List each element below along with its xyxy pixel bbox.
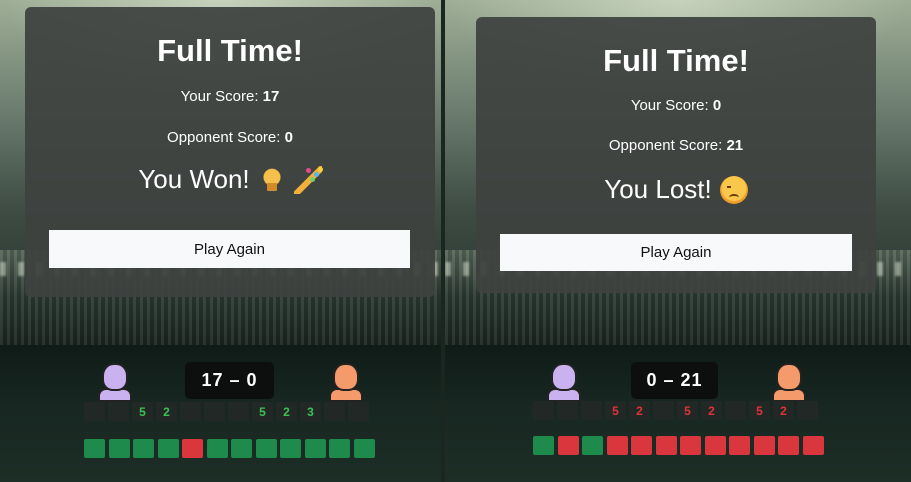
- loss-dot: [729, 436, 750, 455]
- opponent-avatar: [770, 360, 808, 402]
- loss-dot: [606, 436, 628, 455]
- win-dot: [157, 439, 179, 458]
- score-cells: 52523: [84, 402, 369, 421]
- score-cell: 5: [252, 402, 273, 421]
- win-dot: [329, 439, 350, 458]
- result-dots: [84, 439, 375, 458]
- modal-title: Full Time!: [603, 43, 749, 78]
- score-cell: 2: [156, 402, 177, 421]
- score-cell: 2: [773, 401, 794, 420]
- your-score-label: Your Score:: [630, 97, 709, 114]
- score-cell: [108, 402, 129, 421]
- result-text: You Lost!: [604, 174, 712, 204]
- score-cell: [557, 401, 578, 420]
- your-score-line: Your Score: 0: [476, 97, 876, 114]
- opponent-score-line: Opponent Score: 0: [25, 129, 435, 146]
- score-cell: [204, 402, 225, 421]
- opponent-head: [776, 363, 802, 391]
- loss-dot: [704, 436, 726, 455]
- win-dot: [280, 439, 301, 458]
- score-cell: [533, 401, 554, 420]
- loss-dot: [631, 436, 652, 455]
- score-cell: 2: [701, 401, 722, 420]
- win-dot: [231, 439, 252, 458]
- your-score-value: 17: [262, 88, 280, 105]
- win-dot: [582, 436, 603, 455]
- score-cell: 5: [605, 401, 626, 420]
- opponent-avatar: [327, 360, 365, 402]
- score-cell: [84, 402, 105, 421]
- loss-dot: [778, 436, 799, 455]
- your-score-line: Your Score: 17: [25, 88, 435, 105]
- screenshot: Full Time! Your Score: 17 Opponent Score…: [0, 0, 911, 482]
- win-dot: [206, 439, 228, 458]
- scoreboard: 17 – 0 52523: [0, 345, 441, 482]
- player-head: [102, 363, 128, 391]
- loss-panel: Full Time! Your Score: 0 Opponent Score:…: [445, 0, 911, 482]
- score-cells: 525252: [533, 401, 818, 420]
- win-dot: [255, 439, 277, 458]
- full-time-modal: Full Time! Your Score: 0 Opponent Score:…: [476, 17, 876, 293]
- opponent-score-label: Opponent Score:: [608, 137, 723, 154]
- score-cell: 5: [132, 402, 153, 421]
- result-line: You Won!: [25, 164, 435, 195]
- score-cell: 5: [677, 401, 698, 420]
- loss-dot: [680, 436, 701, 455]
- win-dot: [304, 439, 326, 458]
- score-cell: [180, 402, 201, 421]
- result-text: You Won!: [138, 164, 250, 194]
- score-cell: [348, 402, 369, 421]
- score-cell: 2: [276, 402, 297, 421]
- opponent-score-line: Opponent Score: 21: [476, 137, 876, 154]
- score-cell: 5: [749, 401, 770, 420]
- loss-dot: [182, 439, 203, 458]
- match-score: 17 – 0: [185, 362, 274, 399]
- opponent-score-value: 0: [284, 129, 293, 146]
- win-dot: [533, 436, 554, 455]
- score-cell: [581, 401, 602, 420]
- modal-title: Full Time!: [157, 33, 303, 68]
- player-avatar: [96, 360, 134, 402]
- your-score-value: 0: [712, 97, 722, 114]
- win-dot: [353, 439, 375, 458]
- trophy-icon: [257, 165, 286, 194]
- score-cell: [324, 402, 345, 421]
- win-panel: Full Time! Your Score: 17 Opponent Score…: [0, 0, 441, 482]
- play-again-button[interactable]: Play Again: [49, 230, 410, 268]
- play-again-button[interactable]: Play Again: [500, 234, 852, 271]
- score-cell: 2: [629, 401, 650, 420]
- score-cell: [797, 401, 818, 420]
- sad-face-icon: [719, 175, 748, 204]
- score-cell: 3: [300, 402, 321, 421]
- result-dots: [533, 436, 824, 455]
- score-cell: [725, 401, 746, 420]
- loss-dot: [557, 436, 579, 455]
- player-avatar: [545, 360, 583, 402]
- win-dot: [133, 439, 154, 458]
- opponent-score-label: Opponent Score:: [167, 129, 281, 146]
- full-time-modal: Full Time! Your Score: 17 Opponent Score…: [25, 7, 435, 297]
- opponent-score-value: 21: [726, 137, 744, 154]
- party-popper-icon: [293, 165, 322, 194]
- loss-dot: [802, 436, 824, 455]
- match-score: 0 – 21: [631, 362, 718, 399]
- win-dot: [108, 439, 130, 458]
- player-head: [551, 363, 577, 391]
- result-line: You Lost!: [476, 174, 876, 205]
- scoreboard: 0 – 21 525252: [445, 345, 911, 482]
- your-score-label: Your Score:: [180, 88, 259, 105]
- score-cell: [653, 401, 674, 420]
- win-dot: [84, 439, 105, 458]
- score-cell: [228, 402, 249, 421]
- loss-dot: [655, 436, 677, 455]
- opponent-head: [333, 363, 359, 391]
- loss-dot: [753, 436, 775, 455]
